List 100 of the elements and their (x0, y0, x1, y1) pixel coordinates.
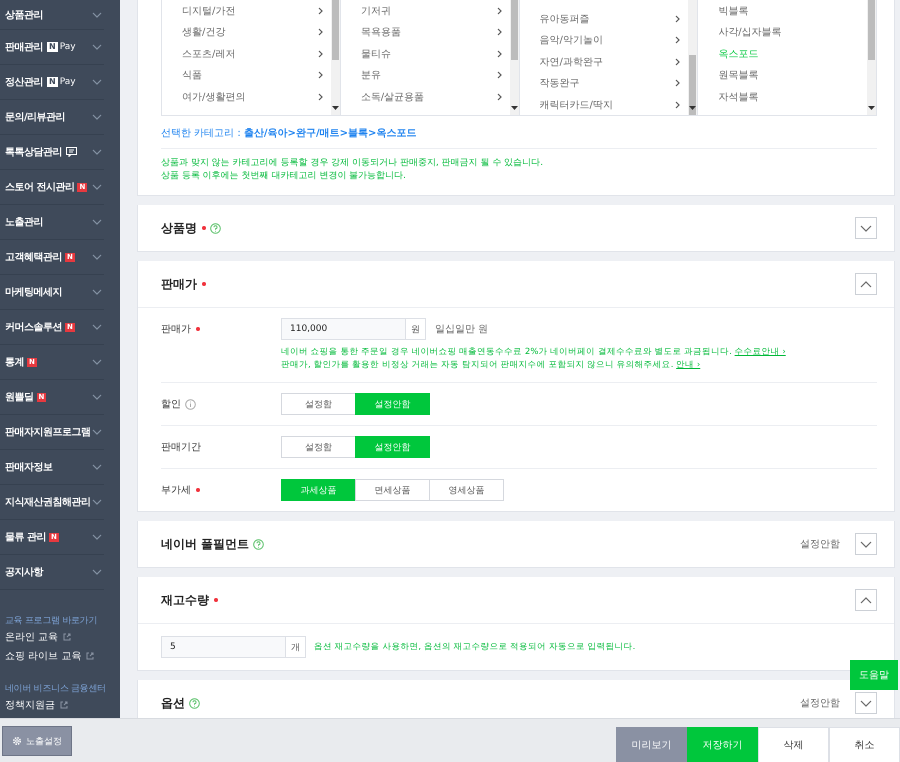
scroll-down-icon[interactable] (689, 106, 696, 110)
chevron-down-icon (92, 12, 102, 18)
option-toggle[interactable]: 설정함 (281, 393, 356, 415)
chevron-down-icon (92, 429, 102, 435)
notice-text: 옵션 재고수량을 사용하면, 옵션의 재고수량으로 적용되어 자동으로 입력됩니다. (314, 641, 636, 653)
link-group-heading: 네이버 비즈니스 금융센터 (5, 683, 106, 695)
chevron-down-icon (92, 464, 102, 470)
action-button[interactable]: 취소 (829, 727, 900, 762)
category-item[interactable]: 캐릭터카드/딱지 (540, 94, 680, 115)
chevron-right-icon (675, 58, 680, 66)
notice-text: 상품과 맞지 않는 카테고리에 등록할 경우 강제 이동되거나 판매중지, 판매금지 될 수 있습니다. (161, 157, 544, 170)
chevron-right-icon (496, 28, 502, 36)
scroll-down-icon[interactable] (332, 106, 339, 110)
sidebar-link[interactable]: 정책지원금 (5, 698, 68, 712)
npay-logo-badge: N (47, 77, 58, 87)
stock-input-field[interactable]: 5 (161, 636, 286, 658)
menu-item[interactable]: 상품관리 (0, 0, 104, 30)
menu-item[interactable]: 마케팅메세지 (0, 275, 104, 310)
scrollbar[interactable] (330, 0, 340, 115)
chevron-right-icon (675, 14, 680, 23)
collapse-button[interactable] (855, 589, 877, 611)
chevron-up-icon (860, 596, 872, 604)
category-item[interactable]: 음악/악기놀이 (540, 30, 680, 51)
chevron-right-icon (318, 6, 323, 15)
section-title: 네이버 풀필먼트 (161, 536, 250, 552)
category-item[interactable]: 디지털/가전 (182, 0, 323, 22)
chevron-down-icon (92, 569, 102, 575)
menu-item[interactable]: 문의/리뷰관리 (0, 100, 104, 135)
scrollbar[interactable] (510, 0, 518, 115)
scroll-down-icon[interactable] (868, 106, 875, 110)
sidebar-link[interactable]: 쇼핑 라이브 교육 (5, 649, 94, 663)
price-input-field[interactable]: 110,000 (281, 318, 406, 340)
collapse-button[interactable] (855, 273, 877, 295)
chevron-down-icon (92, 114, 102, 120)
menu-item[interactable]: 판매관리 N Pay (0, 30, 104, 65)
chevron-right-icon (496, 6, 502, 15)
selected-category-text: 선택한 카테고리 : 출산/육아>완구/매트>블록>옥스포드 (161, 116, 877, 149)
menu-item[interactable]: 공지사항 (0, 555, 104, 590)
chevron-right-icon (675, 79, 680, 88)
chevron-down-icon (92, 149, 102, 155)
chevron-right-icon (318, 28, 323, 36)
category-item[interactable]: 원목블록 (718, 64, 859, 86)
category-item[interactable]: 소독/살균용품 (360, 86, 502, 108)
chevron-down-icon (92, 44, 102, 50)
notice-text: 네이버 쇼핑을 통한 주문일 경우 네이버쇼핑 매출연동수수료 2%가 네이버페이 결제수수료와 별도로 과금됩니다. 수수료안내 › (281, 346, 787, 359)
link-group-heading: 교육 프로그램 바로가기 (5, 615, 98, 627)
category-item[interactable]: 목욕용품 (360, 22, 502, 43)
option-toggle[interactable]: 영세상품 (429, 479, 504, 501)
category-item[interactable]: 물티슈 (360, 43, 502, 64)
chevron-down-icon (92, 359, 102, 365)
chevron-down-icon (92, 289, 102, 295)
menu-item[interactable]: 지식재산권침해관리 (0, 485, 104, 520)
collapse-button[interactable] (855, 217, 877, 239)
chevron-down-icon (92, 324, 102, 330)
option-toggle[interactable]: 면세상품 (355, 479, 430, 501)
category-item[interactable]: 사각/십자블록 (718, 22, 859, 43)
category-item[interactable]: 생활/건강 (182, 22, 323, 43)
menu-item[interactable]: 판매자정보 (0, 450, 104, 485)
category-item[interactable]: 분유 (360, 64, 502, 86)
field-label: 판매기간 (161, 441, 201, 454)
external-link-icon (63, 633, 72, 641)
scroll-down-icon[interactable] (510, 106, 518, 110)
status-text: 설정안함 (800, 697, 840, 710)
category-item[interactable]: 여가/생활편의 (182, 86, 323, 108)
chevron-down-icon (92, 534, 102, 540)
category-item[interactable]: 자연/과학완구 (540, 51, 680, 72)
collapse-button[interactable] (855, 692, 877, 714)
chevron-right-icon (496, 92, 502, 101)
category-item[interactable]: 기저귀 (360, 0, 502, 22)
action-button[interactable]: 삭제 (758, 727, 829, 762)
chat-icon (66, 147, 77, 157)
price-in-words: 일십일만 원 (435, 323, 488, 336)
chevron-up-icon (860, 280, 872, 288)
npay-logo-badge: N (47, 42, 58, 52)
option-toggle[interactable]: 설정함 (281, 436, 356, 458)
field-label: 판매가 (161, 323, 191, 336)
menu-item[interactable]: 노출관리 (0, 205, 104, 240)
category-item[interactable]: 자석블록 (718, 86, 859, 108)
category-item[interactable]: 유아동퍼즐 (540, 8, 680, 30)
field-label: 할인 (161, 398, 181, 411)
scrollbar[interactable] (867, 0, 876, 115)
chevron-down-icon (92, 254, 102, 260)
category-item[interactable]: 스포츠/레저 (182, 43, 323, 64)
notice-text: 판매가, 할인가를 활용한 비정상 거래는 자동 탐지되어 판매지수에 포함되지 않으니 유의해주세요. 안내 › (281, 359, 702, 372)
menu-item[interactable]: 정산관리 N Pay (0, 65, 104, 100)
section-title: 옵션 (161, 694, 185, 712)
menu-item[interactable]: 판매자지원프로그램 (0, 415, 104, 450)
unit-label: 원 (406, 318, 426, 340)
collapse-button[interactable] (855, 533, 877, 555)
sidebar-link[interactable]: 온라인 교육 (5, 630, 72, 644)
category-item[interactable]: 작동완구 (540, 72, 680, 94)
section-title: 재고수량 (161, 592, 209, 608)
category-item[interactable]: 식품 (182, 64, 323, 86)
chevron-right-icon (318, 92, 323, 101)
chevron-right-icon (318, 71, 323, 80)
scrollbar[interactable] (688, 0, 698, 115)
category-item[interactable]: 빅블록 (718, 0, 859, 22)
menu-item[interactable]: 톡톡상담관리 (0, 135, 104, 170)
chevron-down-icon (92, 79, 102, 85)
chevron-down-icon (92, 394, 102, 400)
